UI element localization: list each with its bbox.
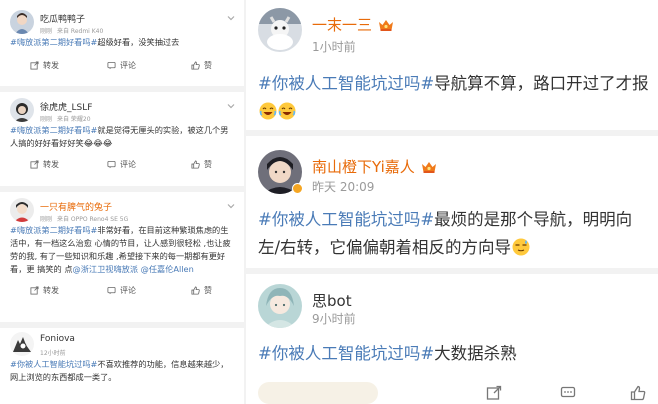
comment-button[interactable]: 评论 [107, 60, 136, 71]
post-time: 刚刚 [40, 216, 53, 223]
comment-icon [107, 286, 116, 295]
comment-button[interactable]: 评论 [107, 159, 136, 170]
comment-input-pill[interactable] [258, 382, 378, 404]
chevron-down-icon[interactable] [226, 201, 236, 211]
like-icon [191, 61, 200, 70]
username[interactable]: 徐虎虎_LSLF [40, 100, 92, 113]
post-meta: 刚刚 来自 Redmi K40 [40, 26, 108, 35]
username[interactable]: 南山橙下Yi嘉人 [312, 156, 415, 177]
post-meta: 刚刚 来自 荣耀20 [40, 114, 96, 123]
post-time: 昨天 20:09 [312, 180, 375, 194]
feed-post[interactable]: Foniova 12小时前 #你被人工智能坑过吗#不喜欢推荐的功能，信息越来越少… [0, 326, 244, 384]
like-button[interactable]: 赞 [191, 159, 212, 170]
post-separator [246, 130, 658, 136]
avatar[interactable] [10, 98, 34, 122]
like-button[interactable]: 赞 [191, 285, 212, 296]
post-text: #你被人工智能坑过吗#不喜欢推荐的功能，信息越来越少，网上浏览的东西都成一类了。 [0, 358, 244, 384]
hashtag-link[interactable]: #你被人工智能坑过吗# [258, 210, 434, 229]
action-bar: 转发 评论 赞 [0, 280, 244, 300]
post-meta: 刚刚 来自 OPPO Reno4 SE 5G [40, 214, 133, 223]
verified-badge-icon [292, 183, 303, 194]
post-time: 9小时前 [312, 312, 356, 326]
repost-icon [30, 160, 39, 169]
feed-post[interactable]: 吃瓜鸭鸭子 刚刚 来自 Redmi K40 #嗨放派第二期好看吗#超级好看，没笑抽… [0, 4, 244, 75]
post-text: #你被人工智能坑过吗#大数据杀熟 [258, 340, 650, 368]
avatar[interactable] [10, 198, 34, 222]
post-body: 导航算不算，路口开过了才报 [434, 74, 649, 93]
left-feed: 吃瓜鸭鸭子 刚刚 来自 Redmi K40 #嗨放派第二期好看吗#超级好看，没笑抽… [0, 0, 244, 404]
username[interactable]: 一末一三 [312, 14, 372, 35]
post-body: 超级好看，没笑抽过去 [97, 37, 180, 47]
post-time: 刚刚 [40, 28, 53, 35]
username-row: 思bot [312, 290, 352, 311]
like-icon [191, 160, 200, 169]
post-meta: 12小时前 [40, 348, 71, 357]
username-row: 一末一三 [312, 14, 394, 35]
avatar[interactable] [10, 332, 34, 356]
like-icon[interactable] [630, 385, 646, 401]
sweat-emoji-icon [512, 238, 530, 256]
repost-button[interactable]: 转发 [30, 159, 59, 170]
username[interactable]: 一只有脾气的兔子 [40, 200, 112, 213]
crown-badge-icon [379, 19, 394, 31]
repost-icon[interactable] [486, 385, 502, 401]
chevron-down-icon[interactable] [226, 101, 236, 111]
laugh-emoji-icon [278, 102, 296, 120]
repost-icon [30, 61, 39, 70]
post-source: 来自 荣耀20 [57, 116, 91, 123]
post-time: 刚刚 [40, 116, 53, 123]
action-bar [246, 382, 658, 404]
repost-icon [30, 286, 39, 295]
avatar[interactable] [10, 10, 34, 34]
post-source: 来自 Redmi K40 [57, 28, 104, 35]
repost-button[interactable]: 转发 [30, 60, 59, 71]
post-time: 12小时前 [40, 350, 66, 357]
like-button[interactable]: 赞 [191, 60, 212, 71]
post-text: #嗨放派第二期好看吗#就是觉得无厘头的实验，被这几个男人搞的好好看好好笑😂😂😂 [0, 124, 244, 150]
post-text: #你被人工智能坑过吗#最烦的是那个导航，明明向左/右转，它偏偏朝着相反的方向导 [258, 206, 650, 262]
action-bar: 转发 评论 赞 [0, 55, 244, 75]
post-body: 大数据杀熟 [434, 344, 517, 363]
post-time: 1小时前 [312, 40, 356, 54]
feed-post[interactable]: 徐虎虎_LSLF 刚刚 来自 荣耀20 #嗨放派第二期好看吗#就是觉得无厘头的实验… [0, 92, 244, 174]
mention-link[interactable]: @任嘉伦Allen [141, 264, 194, 274]
comment-icon [107, 61, 116, 70]
avatar[interactable] [258, 284, 302, 328]
avatar[interactable] [258, 8, 302, 52]
mention-link[interactable]: @浙江卫视嗨放派 [73, 264, 139, 274]
hashtag-link[interactable]: #嗨放派第二期好看吗# [10, 125, 97, 135]
hashtag-link[interactable]: #你被人工智能坑过吗# [258, 74, 434, 93]
hashtag-link[interactable]: #嗨放派第二期好看吗# [10, 225, 97, 235]
hashtag-link[interactable]: #你被人工智能坑过吗# [10, 359, 97, 369]
post-text: #嗨放派第二期好看吗#超级好看，没笑抽过去 [0, 36, 244, 49]
repost-button[interactable]: 转发 [30, 285, 59, 296]
username[interactable]: 思bot [312, 290, 352, 311]
comment-icon[interactable] [560, 385, 576, 401]
username[interactable]: 吃瓜鸭鸭子 [40, 12, 85, 25]
username[interactable]: Foniova [40, 334, 75, 344]
post-text: #你被人工智能坑过吗#导航算不算，路口开过了才报 [258, 70, 650, 126]
post-source: 来自 OPPO Reno4 SE 5G [57, 216, 129, 223]
laugh-emoji-icon [259, 102, 277, 120]
hashtag-link[interactable]: #嗨放派第二期好看吗# [10, 37, 97, 47]
right-feed: 一末一三 1小时前 #你被人工智能坑过吗#导航算不算，路口开过了才报 南山橙下Y… [246, 0, 658, 404]
post-text: #嗨放派第二期好看吗#非常好看，在目前这种繁琐焦虑的生活中，有一档这么治愈 心情… [0, 224, 244, 276]
crown-badge-icon [421, 161, 436, 173]
chevron-down-icon[interactable] [226, 13, 236, 23]
action-bar: 转发 评论 赞 [0, 154, 244, 174]
username-row: 南山橙下Yi嘉人 [312, 156, 437, 177]
comment-icon [107, 160, 116, 169]
like-icon [191, 286, 200, 295]
hashtag-link[interactable]: #你被人工智能坑过吗# [258, 344, 434, 363]
comment-button[interactable]: 评论 [107, 285, 136, 296]
post-separator [246, 268, 658, 274]
feed-post[interactable]: 一只有脾气的兔子 刚刚 来自 OPPO Reno4 SE 5G #嗨放派第二期好看… [0, 192, 244, 300]
